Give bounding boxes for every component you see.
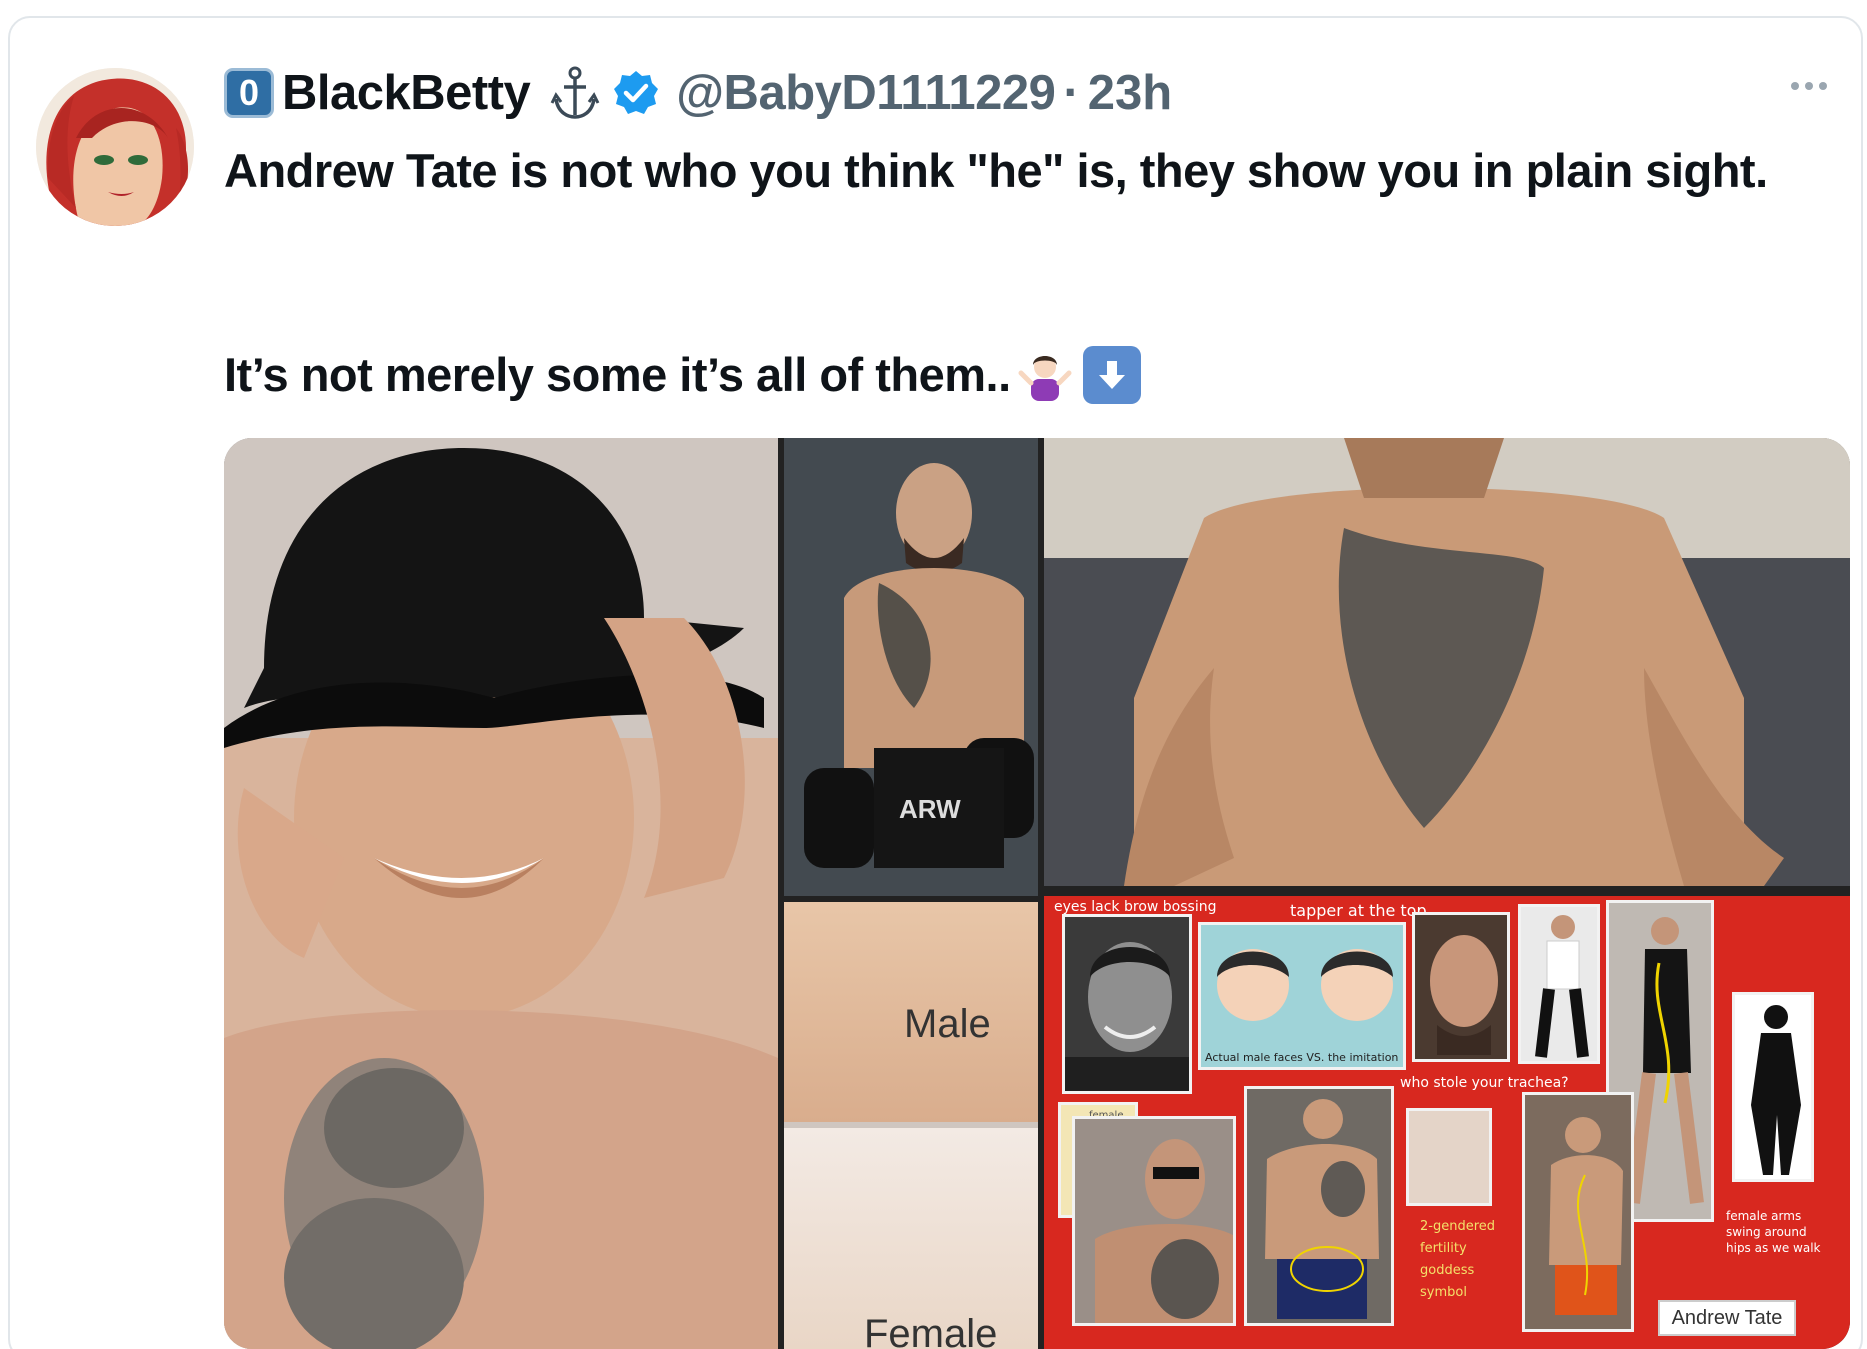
caption-arms: female arms swing around hips as we walk xyxy=(1726,1209,1821,1255)
user-handle[interactable]: @BabyD1111229 xyxy=(676,65,1056,121)
caption-trachea: who stole your trachea? xyxy=(1400,1075,1569,1091)
collage-flexing xyxy=(1244,1086,1394,1326)
display-name[interactable]: BlackBetty xyxy=(282,65,531,121)
divider xyxy=(784,1122,1038,1128)
anchor-icon xyxy=(548,64,602,122)
collage-silhouette xyxy=(1732,992,1814,1182)
more-options-icon[interactable] xyxy=(1785,74,1833,98)
zero-badge: 0 xyxy=(224,68,274,118)
collage-walking-man xyxy=(1518,904,1600,1064)
person-shrugging-emoji xyxy=(1017,347,1073,403)
caption-tapper: tapper at the top xyxy=(1290,901,1427,920)
photo-chest-comparison[interactable]: Male Female xyxy=(784,902,1038,1349)
collage-face-bw xyxy=(1062,914,1192,1094)
collage-posing xyxy=(1522,1092,1634,1332)
timestamp[interactable]: 23h xyxy=(1088,65,1172,121)
caption-faces: Actual male faces VS. the imitation male xyxy=(1205,1051,1399,1064)
collage-comparison[interactable]: eyes lack brow bossing tapper at the top xyxy=(1044,896,1850,1349)
tweet-text-second-paragraph: It’s not merely some it’s all of them.. xyxy=(224,348,1011,401)
collage-throat xyxy=(1406,1108,1492,1206)
photo-fighter[interactable]: ARW xyxy=(784,438,1038,896)
avatar[interactable] xyxy=(36,68,194,226)
svg-text:ARW: ARW xyxy=(899,794,961,824)
tweet-text: Andrew Tate is not who you think "he" is… xyxy=(224,144,1768,197)
female-label: Female xyxy=(864,1312,998,1349)
name-tag: Andrew Tate xyxy=(1658,1300,1796,1336)
caption-name: Andrew Tate xyxy=(1671,1306,1783,1329)
male-label: Male xyxy=(904,1002,991,1046)
separator-dot: · xyxy=(1063,66,1080,120)
verified-badge-icon xyxy=(612,69,660,117)
collage-sunglasses xyxy=(1072,1116,1236,1326)
photo-young-man-hat[interactable] xyxy=(224,438,778,1349)
down-arrow-emoji xyxy=(1082,346,1141,404)
tweet-card[interactable]: 0 BlackBetty @BabyD1111229 · 23h Andrew … xyxy=(8,16,1863,1349)
media-grid[interactable]: ARW Male Female eyes lack brow bossing t… xyxy=(224,438,1850,1349)
tweet-header: 0 BlackBetty @BabyD1111229 · 23h xyxy=(224,62,1172,124)
tweet-text-line2: It’s not merely some it’s all of them.. xyxy=(224,340,1141,410)
collage-bald-face xyxy=(1412,912,1510,1062)
caption-fertility: 2-gendered fertility goddess symbol xyxy=(1420,1219,1496,1300)
photo-shirtless-couch[interactable] xyxy=(1044,438,1850,886)
collage-cartoon-faces: Actual male faces VS. the imitation male xyxy=(1198,922,1406,1070)
